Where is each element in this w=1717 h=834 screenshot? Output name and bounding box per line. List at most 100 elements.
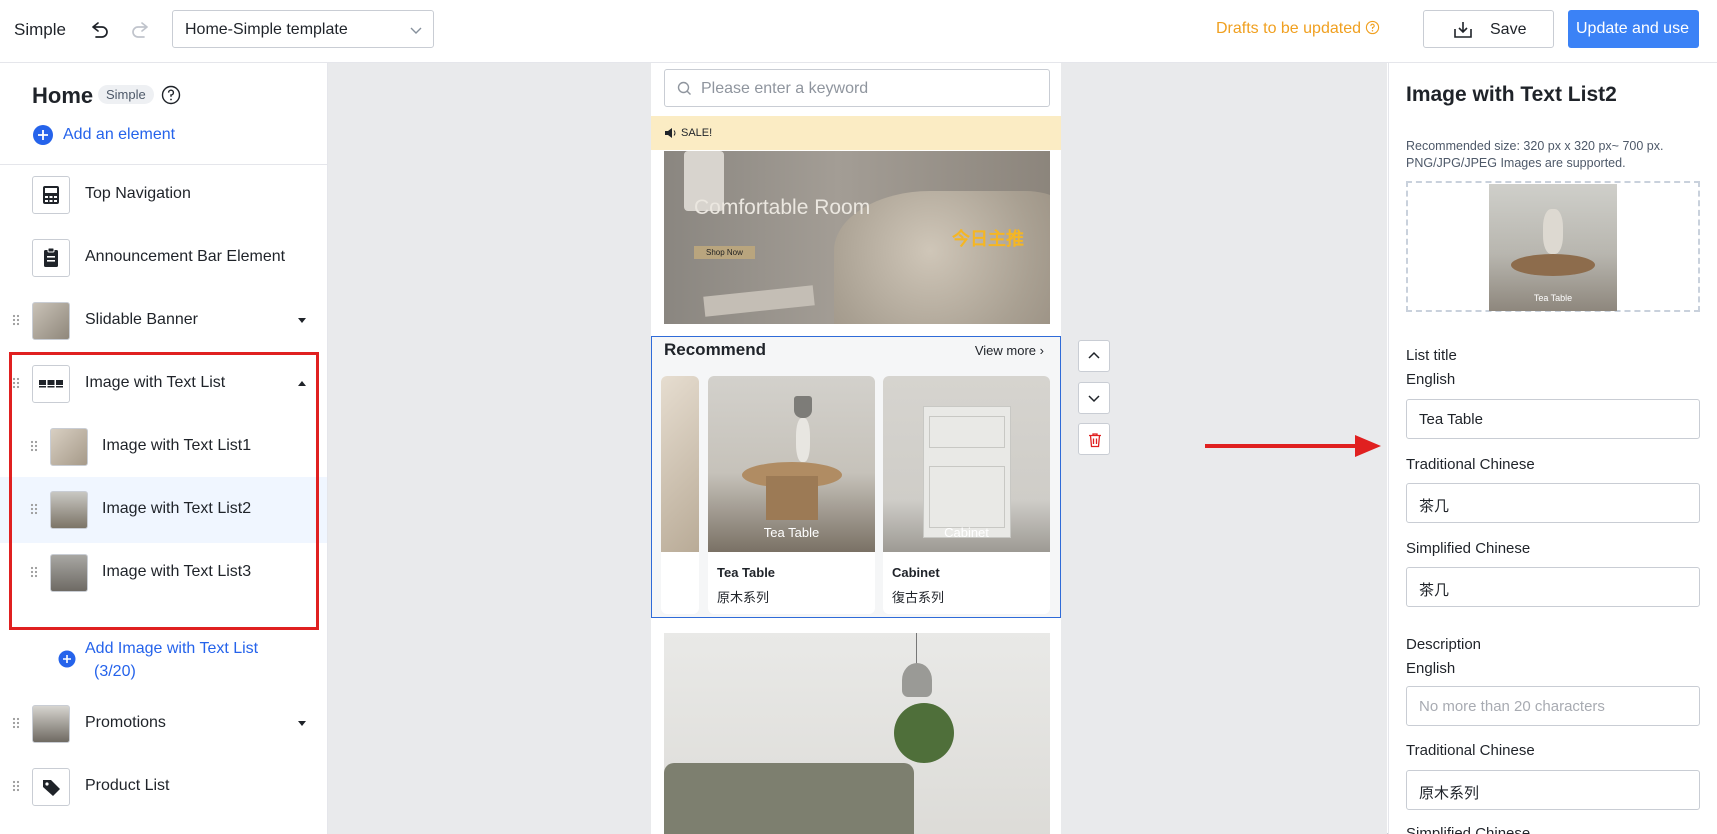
delete-button[interactable] <box>1078 423 1110 455</box>
template-badge: Simple <box>98 85 154 104</box>
chevron-right-icon: › <box>1039 343 1044 358</box>
add-sub-count: (3/20) <box>94 663 136 680</box>
search-input[interactable]: Please enter a keyword <box>664 69 1050 107</box>
simplified-chinese-label: Simplified Chinese <box>1406 825 1531 834</box>
uploaded-image-caption: Tea Table <box>1533 293 1573 303</box>
card-desc: 復古系列 <box>892 590 945 605</box>
slidable-banner[interactable]: Comfortable Room Shop Now 今日主推 <box>664 151 1050 324</box>
trash-icon <box>1089 433 1101 448</box>
update-and-use-button[interactable]: Update and use <box>1568 10 1699 48</box>
description-english-input[interactable]: No more than 20 characters <box>1406 686 1700 726</box>
element-sidebar: Home Simple Add an element Top Navigatio… <box>0 63 328 834</box>
search-icon <box>677 81 691 95</box>
save-button[interactable]: Save <box>1423 10 1554 48</box>
calculator-icon <box>32 176 70 214</box>
element-label: Slidable Banner <box>85 311 198 328</box>
image-lamp <box>1543 209 1563 254</box>
simplified-chinese-label: Simplified Chinese <box>1406 540 1531 557</box>
add-element-button[interactable]: Add an element <box>32 124 175 151</box>
highlight-box <box>9 352 319 630</box>
card-desc: 原木系列 <box>717 590 770 605</box>
top-bar: Simple Home-Simple template Drafts to be… <box>0 0 1717 63</box>
save-label: Save <box>1490 21 1527 38</box>
mobile-preview: Please enter a keyword SALE! Comfortable… <box>651 63 1061 834</box>
element-item-slidable-banner[interactable]: Slidable Banner <box>0 288 327 354</box>
view-more-link[interactable]: View more › <box>975 343 1044 358</box>
add-sub-label: Add Image with Text List <box>85 640 259 657</box>
move-up-button[interactable] <box>1078 340 1110 372</box>
element-item-product-list[interactable]: Product List <box>0 754 327 820</box>
english-label: English <box>1406 371 1456 388</box>
title-traditional-chinese-input[interactable]: 茶几 <box>1406 483 1700 523</box>
caret-down-icon[interactable] <box>298 721 306 726</box>
add-element-label: Add an element <box>63 126 176 143</box>
image-table <box>1511 254 1595 276</box>
tag-icon <box>32 768 70 806</box>
template-select[interactable]: Home-Simple template <box>172 10 434 48</box>
help-icon[interactable] <box>161 85 181 105</box>
input-value: Tea Table <box>1419 411 1483 428</box>
english-label: English <box>1406 660 1456 677</box>
drag-handle-icon[interactable] <box>12 780 20 792</box>
banner-books <box>703 285 815 317</box>
description-label: Description <box>1406 636 1482 653</box>
undo-icon[interactable] <box>86 18 112 44</box>
image-with-text-list-block[interactable]: Recommend View more › Tea Table Tea Tabl… <box>651 336 1061 618</box>
element-item-top-navigation[interactable]: Top Navigation <box>0 162 327 228</box>
description-traditional-chinese-input[interactable]: 原木系列 <box>1406 770 1700 810</box>
annotation-arrow-icon <box>1205 435 1381 457</box>
view-more-label: View more <box>974 343 1037 358</box>
element-item-promotions[interactable]: Promotions <box>0 691 327 757</box>
chevron-up-icon <box>1088 351 1100 359</box>
image-size-note: Recommended size: 320 px x 320 px~ 700 p… <box>1406 139 1664 170</box>
caret-down-icon[interactable] <box>298 318 306 323</box>
card-name: Cabinet <box>892 565 940 580</box>
drag-handle-icon[interactable] <box>12 717 20 729</box>
element-label: Announcement Bar Element <box>85 248 286 265</box>
input-value: 原木系列 <box>1419 785 1480 802</box>
list-title-label: List title <box>1406 347 1457 364</box>
properties-panel: Image with Text List2 Recommended size: … <box>1388 63 1717 834</box>
card-name: Tea Table <box>717 565 776 580</box>
traditional-chinese-label: Traditional Chinese <box>1406 742 1535 759</box>
question-circle-icon <box>1366 20 1380 35</box>
banner-shop-button[interactable]: Shop Now <box>694 246 755 259</box>
card-caption: Cabinet <box>944 525 989 540</box>
drag-handle-icon[interactable] <box>12 314 20 326</box>
update-label: Update and use <box>1576 20 1689 37</box>
title-simplified-chinese-input[interactable]: 茶几 <box>1406 567 1700 607</box>
card-image <box>661 376 699 552</box>
chevron-down-icon <box>1088 395 1100 403</box>
announcement-bar[interactable]: SALE! <box>651 116 1061 150</box>
image-upload-area[interactable]: Tea Table <box>1406 181 1700 312</box>
lamp-cord <box>916 633 917 665</box>
input-placeholder: No more than 20 characters <box>1419 698 1605 715</box>
download-icon <box>1454 22 1472 38</box>
template-select-value: Home-Simple template <box>185 21 348 38</box>
page-title: Home <box>32 83 94 108</box>
element-label: Promotions <box>85 714 166 731</box>
list-card-cabinet[interactable]: Cabinet Cabinet 復古系列 <box>883 376 1050 614</box>
announcement-text: SALE! <box>681 127 713 139</box>
plant <box>894 703 954 763</box>
move-down-button[interactable] <box>1078 382 1110 414</box>
plus-circle-icon <box>33 125 53 145</box>
banner-thumbnail <box>32 302 70 340</box>
list-card-partial[interactable] <box>661 376 699 614</box>
list-card-tea-table[interactable]: Tea Table Tea Table 原木系列 <box>708 376 875 614</box>
title-english-input[interactable]: Tea Table <box>1406 399 1700 439</box>
card-caption: Tea Table <box>763 525 820 540</box>
promotion-image[interactable] <box>664 633 1050 834</box>
banner-tag: 今日主推 <box>952 229 1024 249</box>
element-label: Product List <box>85 777 170 794</box>
pendant-lamp <box>902 663 932 697</box>
drafts-label: Drafts to be updated <box>1216 20 1361 37</box>
uploaded-image: Tea Table <box>1489 184 1617 311</box>
sofa <box>664 763 914 834</box>
traditional-chinese-label: Traditional Chinese <box>1406 456 1535 473</box>
promo-thumbnail <box>32 705 70 743</box>
redo-icon[interactable] <box>128 18 154 44</box>
drafts-status[interactable]: Drafts to be updated <box>1216 20 1380 38</box>
element-label: Top Navigation <box>85 185 191 202</box>
element-item-announcement-bar[interactable]: Announcement Bar Element <box>0 225 327 291</box>
